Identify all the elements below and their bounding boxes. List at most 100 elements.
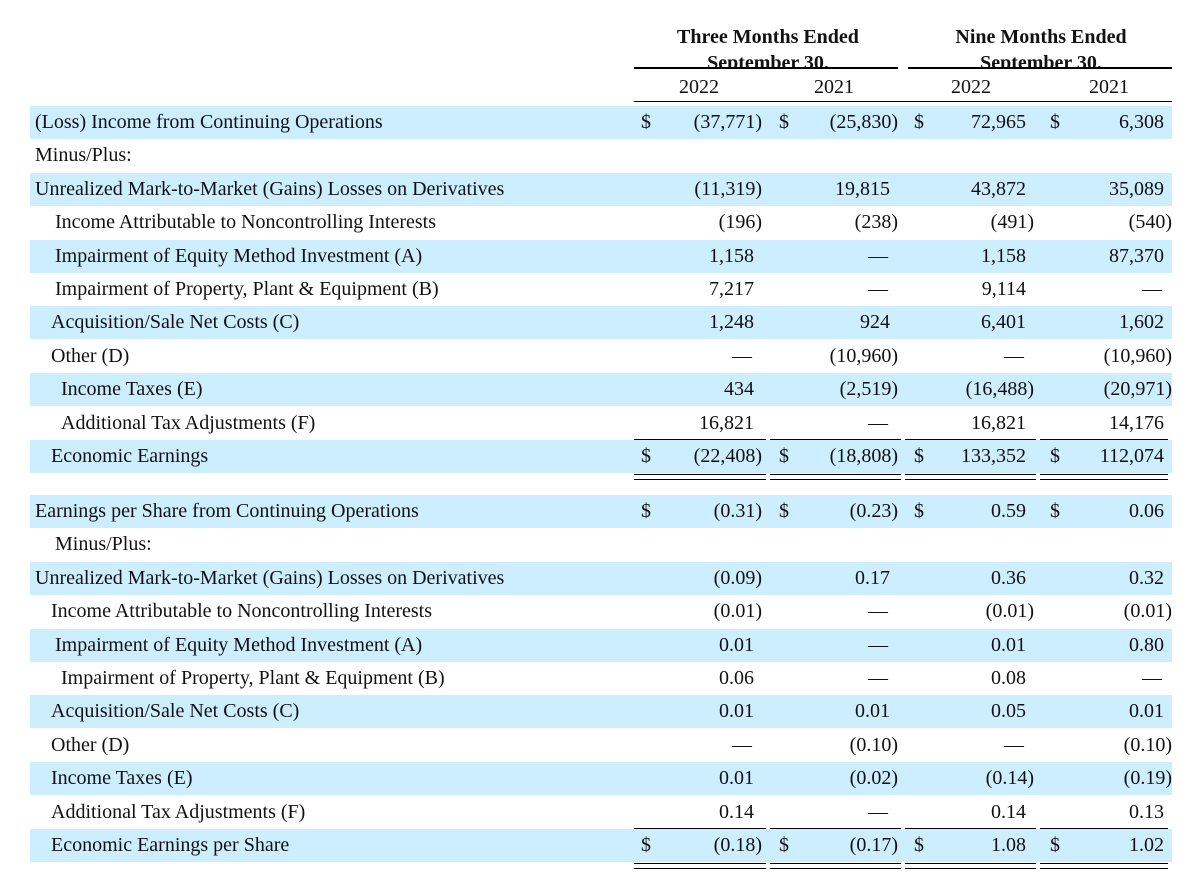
row-label: Impairment of Property, Plant & Equipmen…	[61, 667, 445, 689]
row-label: Minus/Plus:	[35, 144, 132, 167]
table-row: Income Attributable to Noncontrolling In…	[30, 206, 1172, 239]
cell-value: 0.06	[1129, 500, 1164, 522]
row-label: (Loss) Income from Continuing Operations	[35, 111, 383, 133]
total-rule-double	[634, 474, 766, 481]
year-header-rule	[634, 101, 1172, 102]
nine-months-underline	[908, 67, 1172, 69]
table-row: Unrealized Mark-to-Market (Gains) Losses…	[30, 561, 1172, 595]
cell-value: 35,089	[1109, 177, 1164, 200]
row-label: Additional Tax Adjustments (F)	[61, 411, 316, 434]
cell-value: 112,074	[1099, 445, 1164, 467]
cell-value: —	[868, 411, 888, 434]
row-label: Economic Earnings per Share	[51, 834, 290, 856]
table-row: Acquisition/Sale Net Costs (C) 0.01 0.01 0.…	[30, 695, 1172, 729]
cell-value: 43,872	[971, 177, 1026, 200]
row-label: Income Attributable to Noncontrolling In…	[51, 600, 433, 623]
total-rule-double	[905, 474, 1036, 481]
total-rule-top	[634, 439, 766, 440]
total-rule-top	[1040, 828, 1168, 829]
row-label: Impairment of Property, Plant & Equipmen…	[55, 278, 439, 300]
table-row-total: Economic Earnings $ $ $ $ (22,408) (18,808) 133…	[30, 440, 1172, 473]
cell-value: (10,960)	[1103, 344, 1172, 367]
cell-value: —	[732, 344, 752, 367]
cell-value: (16,488)	[965, 378, 1034, 401]
table-row: Income Attributable to Noncontrolling In…	[30, 595, 1172, 628]
row-label: Economic Earnings	[51, 445, 209, 467]
row-label: Other (D)	[51, 733, 130, 756]
cell-value: 1.08	[991, 834, 1026, 856]
year-header-3m-2022: 2022	[679, 76, 719, 98]
table-row: Impairment of Equity Method Investment (…	[30, 239, 1172, 273]
table-row-total: Economic Earnings per Share $ $ $ $ (0.18) (0.…	[30, 829, 1172, 862]
cell-value: —	[732, 733, 752, 756]
cell-value: 0.14	[991, 800, 1026, 823]
nine-months-date: September 30,	[980, 52, 1102, 68]
row-label: Unrealized Mark-to-Market (Gains) Losses…	[35, 566, 505, 589]
row-label: Acquisition/Sale Net Costs (C)	[51, 700, 300, 723]
cell-value: 1,602	[1119, 311, 1164, 334]
table-row: Additional Tax Adjustments (F) 0.14—0.14 0…	[30, 796, 1172, 829]
cell-value: (540)	[1128, 211, 1172, 234]
cell-value: (491)	[990, 211, 1034, 234]
cell-value: (0.19)	[1123, 767, 1172, 790]
row-label: Acquisition/Sale Net Costs (C)	[51, 311, 300, 334]
cell-value: —	[868, 633, 888, 656]
cell-value: 0.80	[1129, 633, 1164, 656]
table-row: Minus/Plus:	[30, 528, 1172, 561]
row-label: Impairment of Equity Method Investment (…	[55, 244, 423, 267]
table-row: Other (D) — (0.10) — (0.10)	[30, 729, 1172, 762]
cell-value: 1,158	[981, 244, 1026, 267]
cell-value: 0.01	[1129, 700, 1164, 723]
total-rule-double	[634, 863, 766, 870]
table-row: Income Taxes (E) 434 (2,519) (16,488) (20,97…	[30, 373, 1172, 407]
cell-value: (0.01)	[985, 600, 1034, 623]
table-row: Earnings per Share from Continuing Opera…	[30, 495, 1172, 528]
table-row: Other (D) — (10,960) — (10,960)	[30, 340, 1172, 373]
total-rule-double	[1040, 863, 1168, 870]
cell-value: —	[1004, 344, 1024, 367]
three-months-underline	[634, 67, 898, 69]
row-label: Earnings per Share from Continuing Opera…	[35, 500, 419, 522]
total-rule-double	[770, 863, 901, 870]
cell-value: —	[1142, 667, 1162, 689]
cell-value: 1.02	[1129, 834, 1164, 856]
row-label: Other (D)	[51, 344, 130, 367]
cell-value: (0.14)	[985, 767, 1034, 790]
cell-value: 0.01	[991, 633, 1026, 656]
row-label: Additional Tax Adjustments (F)	[51, 800, 306, 823]
cell-value: —	[868, 278, 888, 300]
cell-value: —	[868, 600, 888, 623]
total-rule-double	[905, 863, 1036, 870]
cell-value: (0.10)	[1123, 733, 1172, 756]
total-rule-double	[1040, 474, 1168, 481]
cell-value: —	[1004, 733, 1024, 756]
three-months-date: September 30,	[707, 52, 829, 68]
row-label: Income Taxes (E)	[51, 767, 193, 790]
cell-value: —	[1142, 278, 1162, 300]
cell-value: —	[868, 244, 888, 267]
row-label: Minus/Plus:	[55, 533, 152, 556]
three-months-title: Three Months Ended	[677, 26, 859, 48]
cell-value: 0.36	[991, 566, 1026, 589]
total-rule-top	[634, 828, 766, 829]
total-rule-double	[770, 474, 901, 481]
cell-value: 16,821	[971, 411, 1026, 434]
total-rule-top	[905, 828, 1036, 829]
nine-months-title: Nine Months Ended	[955, 26, 1127, 48]
table-row: Impairment of Property, Plant & Equipmen…	[30, 662, 1172, 695]
cell-value: 0.13	[1129, 800, 1164, 823]
table-row: Impairment of Equity Method Investment (…	[30, 628, 1172, 662]
cell-value: 87,370	[1109, 244, 1164, 267]
three-months-header: Three Months Ended September 30,	[634, 24, 902, 68]
cell-value: 72,965	[971, 111, 1026, 133]
table-row: Income Taxes (E) 0.01 (0.02) (0.14) (0.19)	[30, 762, 1172, 796]
cell-value: (20,971)	[1103, 378, 1172, 401]
total-rule-top	[1040, 439, 1168, 440]
table-row: Unrealized Mark-to-Market (Gains) Losses…	[30, 172, 1172, 206]
table-row: Impairment of Property, Plant & Equipmen…	[30, 273, 1172, 306]
row-label: Unrealized Mark-to-Market (Gains) Losses…	[35, 177, 505, 200]
cell-value: 6,401	[981, 311, 1026, 334]
total-rule-top	[770, 828, 901, 829]
cell-value: 0.32	[1129, 566, 1164, 589]
cell-value: —	[868, 667, 888, 689]
